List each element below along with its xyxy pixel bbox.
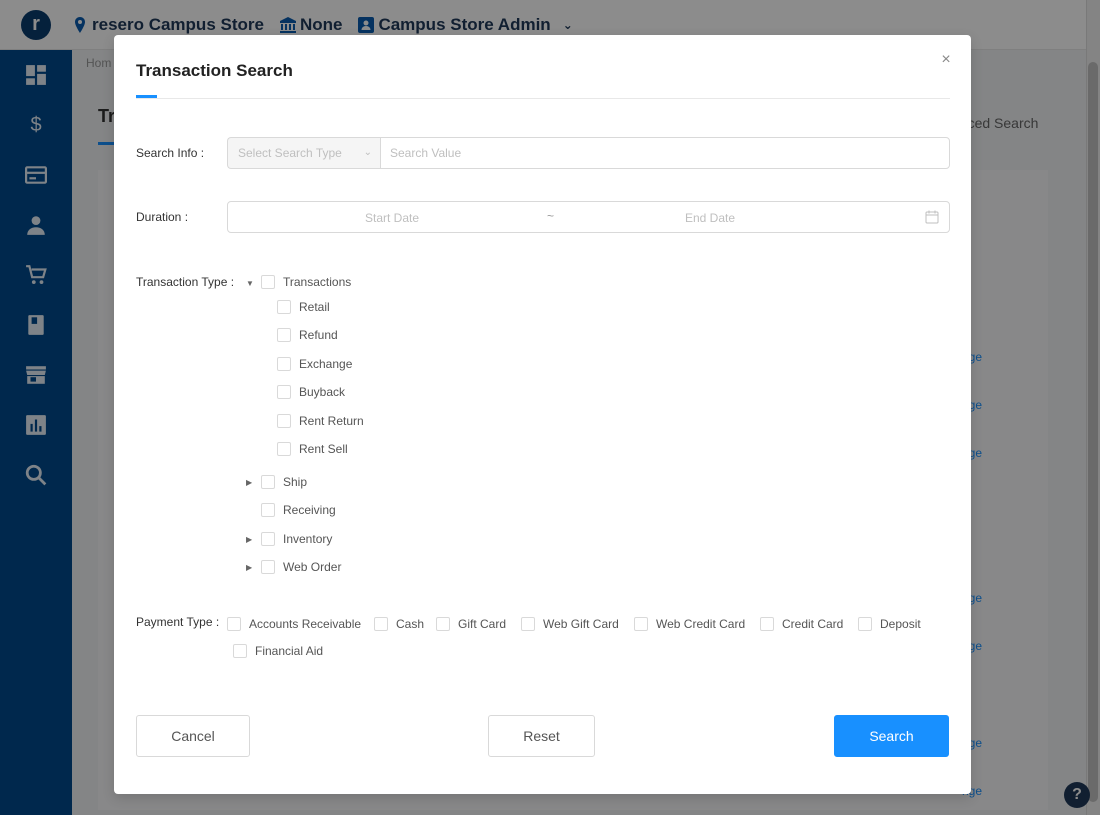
checkbox-box[interactable] [760, 617, 774, 631]
checkbox-box[interactable] [858, 617, 872, 631]
checkbox-exchange[interactable]: Exchange [277, 357, 352, 371]
checkbox-label: Web Order [283, 560, 342, 574]
transaction-search-modal: Transaction Search × Search Info : Selec… [114, 35, 971, 794]
checkbox-box[interactable] [277, 385, 291, 399]
checkbox-refund[interactable]: Refund [277, 328, 338, 342]
checkbox-box[interactable] [233, 644, 247, 658]
checkbox-buyback[interactable]: Buyback [277, 385, 345, 399]
reset-button[interactable]: Reset [488, 715, 595, 757]
checkbox-label: Rent Sell [299, 442, 348, 456]
payment-type-label: Payment Type : [136, 615, 220, 629]
modal-title: Transaction Search [136, 61, 293, 80]
checkbox-transactions[interactable]: Transactions [261, 275, 351, 289]
duration-label: Duration : [136, 210, 189, 224]
checkbox-label: Ship [283, 475, 308, 489]
checkbox-cash[interactable]: Cash [374, 617, 424, 631]
checkbox-box[interactable] [261, 475, 275, 489]
caret-right-icon[interactable]: ▶ [246, 535, 252, 544]
checkbox-label: Buyback [299, 385, 346, 399]
checkbox-box[interactable] [261, 560, 275, 574]
checkbox-label: Retail [299, 300, 330, 314]
caret-right-icon[interactable]: ▶ [246, 478, 252, 487]
checkbox-retail[interactable]: Retail [277, 300, 330, 314]
checkbox-box[interactable] [277, 442, 291, 456]
checkbox-deposit[interactable]: Deposit [858, 617, 921, 631]
checkbox-label: Refund [299, 328, 338, 342]
checkbox-box[interactable] [277, 328, 291, 342]
title-divider [136, 98, 950, 99]
checkbox-web-credit-card[interactable]: Web Credit Card [634, 617, 745, 631]
checkbox-box[interactable] [521, 617, 535, 631]
search-value-input[interactable] [380, 137, 950, 169]
search-info-label: Search Info : [136, 146, 205, 160]
checkbox-rent-sell[interactable]: Rent Sell [277, 442, 348, 456]
checkbox-rent-return[interactable]: Rent Return [277, 414, 364, 428]
checkbox-label: Receiving [283, 503, 336, 517]
chevron-down-icon: ⌄ [363, 147, 372, 158]
transaction-type-label: Transaction Type : [136, 275, 235, 289]
checkbox-inventory[interactable]: Inventory [261, 532, 332, 546]
checkbox-label: Rent Return [299, 414, 364, 428]
checkbox-box[interactable] [436, 617, 450, 631]
end-date-input[interactable]: End Date [685, 211, 735, 225]
checkbox-accounts-receivable[interactable]: Accounts Receivable [227, 617, 361, 631]
checkbox-credit-card[interactable]: Credit Card [760, 617, 843, 631]
search-type-select[interactable]: Select Search Type ⌄ [227, 137, 380, 169]
checkbox-box[interactable] [277, 300, 291, 314]
date-separator: ~ [547, 209, 555, 223]
checkbox-label: Deposit [880, 617, 921, 631]
checkbox-box[interactable] [261, 532, 275, 546]
checkbox-label: Financial Aid [255, 644, 324, 658]
checkbox-label: Web Credit Card [656, 617, 746, 631]
checkbox-box[interactable] [227, 617, 241, 631]
checkbox-box[interactable] [261, 275, 275, 289]
calendar-icon [925, 210, 939, 224]
checkbox-box[interactable] [261, 503, 275, 517]
checkbox-label: Cash [396, 617, 425, 631]
checkbox-label: Inventory [283, 532, 333, 546]
caret-right-icon[interactable]: ▶ [246, 563, 252, 572]
date-range-picker[interactable]: Start Date ~ End Date [227, 201, 950, 233]
checkbox-gift-card[interactable]: Gift Card [436, 617, 506, 631]
search-button[interactable]: Search [834, 715, 949, 757]
start-date-input[interactable]: Start Date [365, 211, 419, 225]
checkbox-receiving[interactable]: Receiving [261, 503, 336, 517]
checkbox-box[interactable] [277, 357, 291, 371]
checkbox-label: Exchange [299, 357, 353, 371]
checkbox-label: Credit Card [782, 617, 844, 631]
close-icon[interactable]: × [938, 51, 954, 69]
cancel-button[interactable]: Cancel [136, 715, 250, 757]
checkbox-financial-aid[interactable]: Financial Aid [233, 644, 323, 658]
checkbox-label: Transactions [283, 275, 352, 289]
checkbox-label: Gift Card [458, 617, 507, 631]
checkbox-box[interactable] [374, 617, 388, 631]
checkbox-ship[interactable]: Ship [261, 475, 307, 489]
checkbox-box[interactable] [277, 414, 291, 428]
caret-down-icon[interactable]: ▼ [246, 279, 254, 288]
checkbox-label: Web Gift Card [543, 617, 619, 631]
checkbox-web-order[interactable]: Web Order [261, 560, 341, 574]
checkbox-web-gift-card[interactable]: Web Gift Card [521, 617, 619, 631]
checkbox-label: Accounts Receivable [249, 617, 362, 631]
search-type-placeholder: Select Search Type [238, 146, 342, 160]
checkbox-box[interactable] [634, 617, 648, 631]
